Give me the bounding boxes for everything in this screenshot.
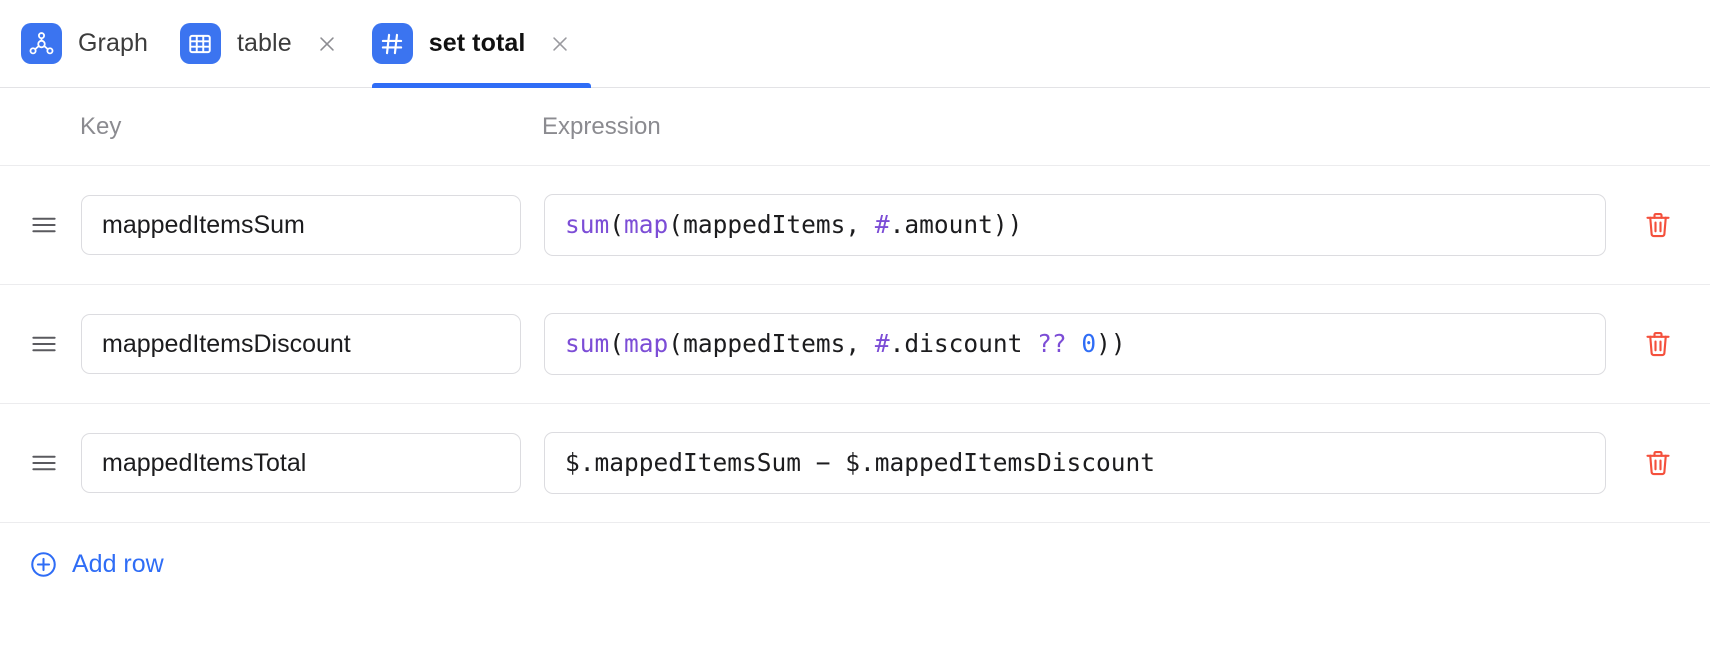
token-punct: , [845, 328, 875, 358]
column-header-row: Key Expression [0, 88, 1710, 166]
close-icon[interactable] [314, 31, 340, 57]
expression-code: sum(map(mappedItems, #.amount)) [565, 209, 1023, 239]
token-hash: # [874, 328, 890, 358]
token-fn: sum [565, 328, 610, 358]
table-row: $.mappedItemsSum − $.mappedItemsDiscount [0, 404, 1710, 523]
tab-set-total[interactable]: set total [371, 0, 592, 88]
token-plain: $.mappedItemsSum − $.mappedItemsDiscount [565, 447, 1156, 477]
token-fn: map [624, 328, 669, 358]
drag-handle-icon[interactable] [24, 205, 64, 245]
token-ident: .amount [889, 209, 993, 239]
token-punct: )) [992, 209, 1023, 239]
expression-input[interactable]: sum(map(mappedItems, #.discount ?? 0)) [544, 313, 1606, 375]
key-input[interactable] [81, 195, 521, 255]
active-tab-indicator [371, 82, 592, 88]
token-num: 0 [1081, 328, 1097, 358]
tab-label: set total [428, 29, 526, 57]
token-punct: ( [609, 209, 625, 239]
delete-row-button[interactable] [1632, 437, 1684, 489]
token-punct: ( [609, 328, 625, 358]
token-ident: .discount [889, 328, 1038, 358]
table-grid-icon [179, 23, 221, 64]
tab-graph[interactable]: Graph [21, 0, 166, 88]
key-input[interactable] [81, 433, 521, 493]
token-punct: ( [668, 328, 684, 358]
plus-circle-icon [28, 549, 58, 579]
expression-input[interactable]: sum(map(mappedItems, #.amount)) [544, 194, 1606, 256]
token-op: ?? [1037, 328, 1067, 358]
token-punct [1067, 329, 1082, 358]
expression-code: sum(map(mappedItems, #.discount ?? 0)) [565, 328, 1126, 358]
token-fn: sum [565, 209, 610, 239]
token-hash: # [874, 209, 890, 239]
expression-code: $.mappedItemsSum − $.mappedItemsDiscount [565, 447, 1156, 477]
tab-table[interactable]: table [179, 0, 358, 88]
table-row: sum(map(mappedItems, #.amount)) [0, 166, 1710, 285]
key-input[interactable] [81, 314, 521, 374]
delete-row-button[interactable] [1632, 318, 1684, 370]
column-header-key: Key [80, 112, 122, 140]
table-row: sum(map(mappedItems, #.discount ?? 0)) [0, 285, 1710, 404]
token-punct: )) [1096, 328, 1126, 358]
drag-handle-icon[interactable] [24, 443, 64, 483]
hash-icon [371, 23, 413, 64]
graph-nodes-icon [21, 23, 62, 64]
rows-container: sum(map(mappedItems, #.amount))sum(map(m… [0, 166, 1710, 523]
close-icon[interactable] [547, 31, 573, 57]
delete-row-button[interactable] [1632, 199, 1684, 251]
token-punct: ( [668, 209, 684, 239]
column-header-expression: Expression [542, 112, 661, 140]
expression-input[interactable]: $.mappedItemsSum − $.mappedItemsDiscount [544, 432, 1606, 494]
add-row-button[interactable]: Add row [0, 523, 164, 605]
drag-handle-icon[interactable] [24, 324, 64, 364]
tab-label: table [236, 29, 292, 57]
add-row-label: Add row [72, 549, 164, 578]
tab-label: Graph [78, 29, 148, 57]
tab-bar: Graph table set total [0, 0, 1710, 88]
token-fn: map [624, 209, 669, 239]
token-punct: , [845, 209, 875, 239]
token-ident: mappedItems [683, 209, 846, 239]
token-ident: mappedItems [683, 328, 846, 358]
